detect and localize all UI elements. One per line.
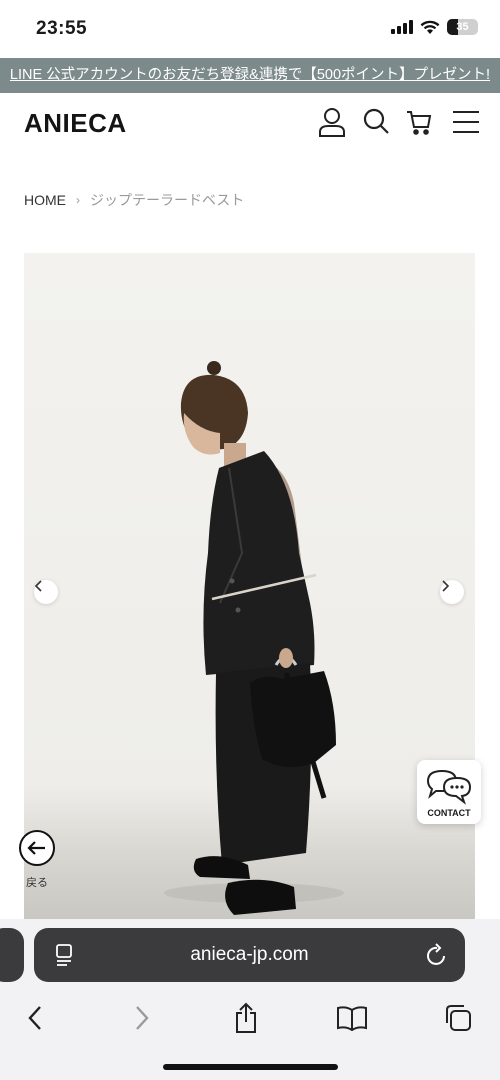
previous-tab-peek[interactable] <box>0 928 24 982</box>
tabs-icon <box>446 1005 471 1031</box>
signal-icon <box>391 20 413 34</box>
chevron-left-icon <box>28 1006 41 1030</box>
breadcrumb-home-link[interactable]: HOME <box>24 192 66 208</box>
contact-label: CONTACT <box>427 808 471 818</box>
breadcrumb: HOME › ジップテーラードベスト <box>24 190 244 210</box>
contact-button[interactable]: CONTACT <box>417 760 481 824</box>
site-header: ANIECA <box>0 93 500 155</box>
bookmarks-button[interactable] <box>334 1000 370 1036</box>
status-icons: 35 <box>391 19 478 35</box>
chevron-right-icon <box>136 1006 149 1030</box>
address-bar[interactable]: anieca-jp.com <box>34 928 465 982</box>
back-arrow-icon <box>19 830 55 866</box>
product-photo-illustration <box>164 361 344 915</box>
back-button[interactable]: 戻る <box>17 829 57 890</box>
browser-toolbar: anieca-jp.com <box>0 919 500 1080</box>
share-icon <box>236 1002 256 1033</box>
status-time: 23:55 <box>36 18 88 39</box>
promo-banner-link[interactable]: LINE 公式アカウントのお友だち登録&連携で【500ポイント】プレゼント! <box>0 58 500 93</box>
account-icon[interactable] <box>317 105 347 139</box>
battery-level: 35 <box>456 21 469 33</box>
menu-icon[interactable] <box>450 105 482 139</box>
carousel-prev-button[interactable] <box>34 580 58 604</box>
product-image[interactable] <box>24 253 475 919</box>
cart-icon[interactable] <box>404 105 434 139</box>
breadcrumb-current: ジップテーラードベスト <box>90 192 245 208</box>
tabs-button[interactable] <box>440 1000 476 1036</box>
browser-forward-button[interactable] <box>124 1000 160 1036</box>
chevron-right-icon <box>442 580 450 592</box>
book-icon <box>337 1006 367 1031</box>
reload-icon[interactable] <box>425 942 449 968</box>
carousel-next-button[interactable] <box>440 580 464 604</box>
share-button[interactable] <box>228 1000 264 1036</box>
back-label: 戻る <box>26 877 48 889</box>
site-logo[interactable]: ANIECA <box>24 108 127 139</box>
wifi-icon <box>420 20 440 34</box>
browser-nav-bar <box>0 994 500 1040</box>
home-indicator[interactable] <box>163 1064 338 1070</box>
battery-indicator: 35 <box>447 19 478 35</box>
search-icon[interactable] <box>361 105 391 139</box>
breadcrumb-separator: › <box>76 193 80 207</box>
browser-back-button[interactable] <box>17 1000 53 1036</box>
url-text: anieca-jp.com <box>190 944 309 965</box>
status-bar: 23:55 35 <box>0 0 500 58</box>
chat-bubbles-icon <box>426 769 472 805</box>
chevron-left-icon <box>34 580 42 592</box>
